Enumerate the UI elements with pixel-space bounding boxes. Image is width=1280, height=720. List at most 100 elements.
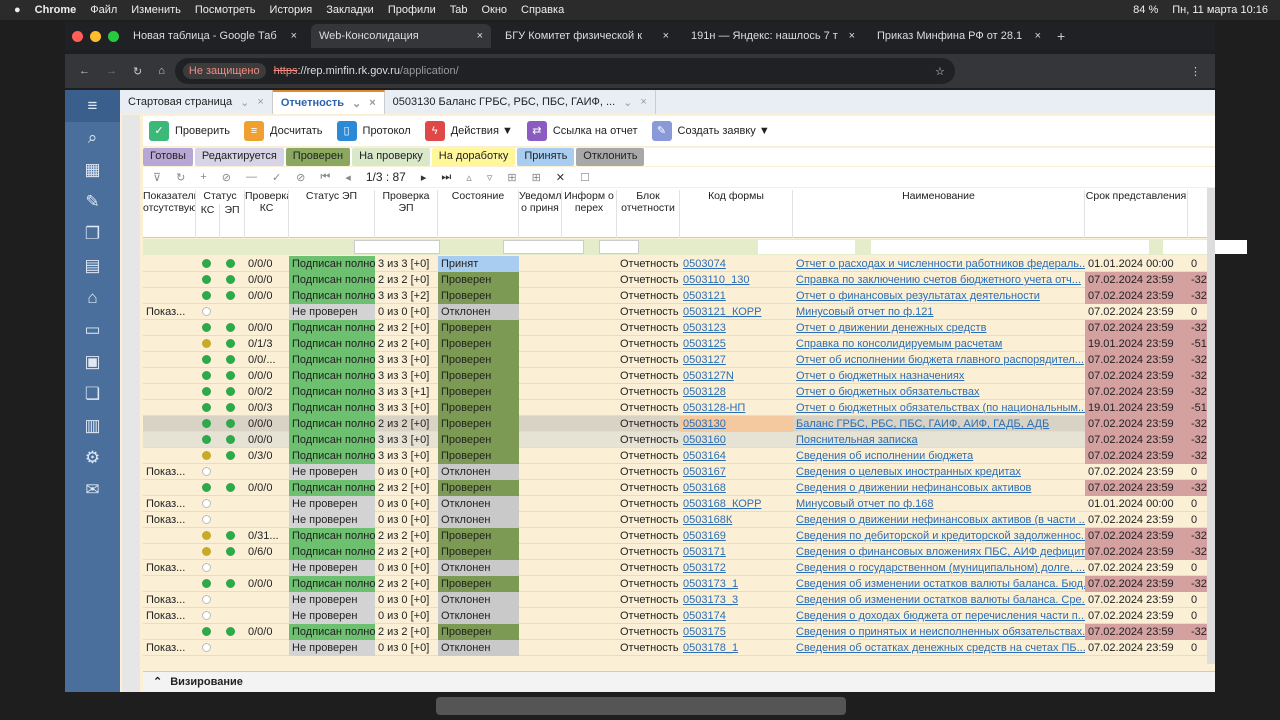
form-name-link[interactable]: Сведения о движении нефинансовых активов… bbox=[793, 512, 1085, 528]
add-icon[interactable]: + bbox=[200, 171, 206, 183]
browser-tab[interactable]: Приказ Минфина РФ от 28.1 × bbox=[869, 24, 1049, 48]
table-row[interactable]: 0/0/0 Подписан полно 3 из 3 [+0] Проверен От… bbox=[143, 368, 1207, 384]
side-strip[interactable] bbox=[122, 115, 140, 692]
toolbar-button[interactable]: ▯ Протокол bbox=[336, 121, 411, 141]
chevron-down-icon[interactable]: ⌄ bbox=[623, 96, 632, 109]
grid-icon[interactable]: ⊞ bbox=[507, 171, 516, 184]
form-code-link[interactable]: 0503074 bbox=[680, 256, 793, 272]
close-icon[interactable]: × bbox=[640, 96, 646, 108]
form-name-link[interactable]: Отчет о расходах и численности работнико… bbox=[793, 256, 1085, 272]
search-icon[interactable]: ⌕ bbox=[65, 122, 120, 154]
form-name-link[interactable]: Сведения об изменении остатков валюты ба… bbox=[793, 576, 1085, 592]
form-name-link[interactable]: Отчет о бюджетных обязательствах bbox=[793, 384, 1085, 400]
form-name-link[interactable]: Сведения о принятых и неисполненных обяз… bbox=[793, 624, 1085, 640]
column-header[interactable]: Блок отчетности bbox=[617, 190, 680, 238]
toolbar-button[interactable]: ✓ Проверить bbox=[149, 121, 230, 141]
menu-icon[interactable]: ≡ bbox=[65, 90, 120, 122]
table-row[interactable]: Показ... Не проверен 0 из 0 [+0] Отклонен От… bbox=[143, 304, 1207, 320]
form-code-link[interactable]: 0503128 bbox=[680, 384, 793, 400]
close-tab-icon[interactable]: × bbox=[291, 30, 297, 42]
form-code-link[interactable]: 0503173_1 bbox=[680, 576, 793, 592]
column-header[interactable]: Статус bbox=[196, 190, 245, 204]
table-row[interactable]: 0/0/0 Подписан полно 2 из 2 [+0] Проверен От… bbox=[143, 320, 1207, 336]
form-code-link[interactable]: 0503168К bbox=[680, 512, 793, 528]
form-name-link[interactable]: Отчет о движении денежных средств bbox=[793, 320, 1085, 336]
menu-item[interactable]: Окно bbox=[481, 4, 507, 16]
form-code-link[interactable]: 0503168 bbox=[680, 480, 793, 496]
status-ep-filter[interactable] bbox=[354, 240, 440, 254]
menu-item[interactable]: Посмотреть bbox=[195, 4, 256, 16]
sort-up-icon[interactable]: ▵ bbox=[466, 171, 472, 184]
table-row[interactable]: 0/0/0 Подписан полно 2 из 2 [+0] Проверен От… bbox=[143, 576, 1207, 592]
table-row[interactable]: 0/0/2 Подписан полно 3 из 3 [+1] Проверен От… bbox=[143, 384, 1207, 400]
app-tab[interactable]: Стартовая страница ⌄ × bbox=[120, 90, 273, 114]
forward-icon[interactable]: → bbox=[106, 65, 117, 77]
collapse-icon[interactable]: ⌃ bbox=[153, 675, 162, 688]
mail-icon[interactable]: ✉ bbox=[65, 474, 120, 506]
new-tab-icon[interactable]: + bbox=[1057, 28, 1065, 44]
bookmark-star-icon[interactable]: ☆ bbox=[935, 65, 945, 78]
table-row[interactable]: Показ... Не проверен 0 из 0 [+0] Отклонен От… bbox=[143, 496, 1207, 512]
form-name-link[interactable]: Сведения о доходах бюджета от перечислен… bbox=[793, 608, 1085, 624]
table-row[interactable]: Показ... Не проверен 0 из 0 [+0] Отклонен От… bbox=[143, 464, 1207, 480]
form-code-link[interactable]: 0503125 bbox=[680, 336, 793, 352]
form-name-link[interactable]: Отчет о бюджетных обязательствах (по нац… bbox=[793, 400, 1085, 416]
form-name-link[interactable]: Справка по заключению счетов бюджетного … bbox=[793, 272, 1085, 288]
close-window-icon[interactable] bbox=[72, 30, 83, 42]
table-row[interactable]: Показ... Не проверен 0 из 0 [+0] Отклонен От… bbox=[143, 512, 1207, 528]
form-name-link[interactable]: Минусовый отчет по ф.168 bbox=[793, 496, 1085, 512]
url-input[interactable]: Не защищено https://rep.minfin.rk.gov.ru… bbox=[174, 58, 955, 84]
table-row[interactable]: 0/0/0 Подписан полно 2 из 2 [+0] Проверен От… bbox=[143, 624, 1207, 640]
column-header[interactable]: Статус ЭП bbox=[289, 190, 375, 238]
form-name-link[interactable]: Баланс ГРБС, РБС, ПБС, ГАИФ, АИФ, ГАДБ, … bbox=[793, 416, 1085, 432]
next-page-icon[interactable]: ▸ bbox=[421, 171, 427, 184]
monitor-icon[interactable]: ▭ bbox=[65, 314, 120, 346]
close-tab-icon[interactable]: × bbox=[477, 30, 483, 42]
documents-icon[interactable]: ❐ bbox=[65, 218, 120, 250]
remove-icon[interactable]: — bbox=[246, 171, 257, 183]
browser-tab[interactable]: 191н — Яндекс: нашлось 7 т × bbox=[683, 24, 863, 48]
menu-item[interactable]: Профили bbox=[388, 4, 436, 16]
close-icon[interactable]: × bbox=[369, 97, 375, 109]
form-code-link[interactable]: 0503178_1 bbox=[680, 640, 793, 656]
menu-item[interactable]: Файл bbox=[90, 4, 117, 16]
form-name-link[interactable]: Пояснительная записка bbox=[793, 432, 1085, 448]
menu-item[interactable]: Закладки bbox=[326, 4, 374, 16]
table-row[interactable]: 0/0/0 Подписан полно 3 из 3 [+0] Принят Отче… bbox=[143, 256, 1207, 272]
form-name-link[interactable]: Отчет об исполнении бюджета главного рас… bbox=[793, 352, 1085, 368]
chrome-menu-icon[interactable]: ⋮ bbox=[1190, 65, 1201, 78]
cancel-icon[interactable]: ⊘ bbox=[296, 171, 305, 184]
state-filter[interactable] bbox=[503, 240, 584, 254]
toolbar-button[interactable]: ≡ Досчитать bbox=[244, 121, 323, 141]
form-code-link[interactable]: 0503174 bbox=[680, 608, 793, 624]
table-row[interactable]: 0/0/3 Подписан полно 3 из 3 [+0] Проверен От… bbox=[143, 400, 1207, 416]
form-code-link[interactable]: 0503167 bbox=[680, 464, 793, 480]
sort-down-icon[interactable]: ▿ bbox=[487, 171, 493, 184]
document-edit-icon[interactable]: ✎ bbox=[65, 186, 120, 218]
form-code-link[interactable]: 0503173_3 bbox=[680, 592, 793, 608]
status-button[interactable]: Принять bbox=[517, 148, 575, 166]
close-tab-icon[interactable]: × bbox=[663, 30, 669, 42]
last-page-icon[interactable]: ⏭ bbox=[441, 171, 451, 184]
close-tab-icon[interactable]: × bbox=[1035, 30, 1041, 42]
settings-icon[interactable]: ⚙ bbox=[65, 442, 120, 474]
form-code-link[interactable]: 0503168_КОРР bbox=[680, 496, 793, 512]
folder-icon[interactable]: ❏ bbox=[65, 378, 120, 410]
reload-icon[interactable]: ↻ bbox=[133, 65, 142, 78]
status-button[interactable]: На проверку bbox=[352, 148, 430, 166]
status-button[interactable]: Готовы bbox=[143, 148, 193, 166]
column-header[interactable]: Код формы bbox=[680, 190, 793, 238]
expand-icon[interactable]: ⊞ bbox=[532, 171, 541, 184]
app-tab[interactable]: Отчетность ⌄ × bbox=[272, 90, 385, 114]
column-header[interactable]: ЭП bbox=[220, 204, 245, 238]
form-name-link[interactable]: Отчет о финансовых результатах деятельно… bbox=[793, 288, 1085, 304]
toolbar-button[interactable]: ϟ Действия ▼ bbox=[424, 121, 513, 141]
close-icon[interactable]: × bbox=[257, 96, 263, 108]
status-button[interactable]: На доработку bbox=[431, 148, 516, 166]
close-tab-icon[interactable]: × bbox=[849, 30, 855, 42]
table-row[interactable]: 0/0/0 Подписан полно 2 из 2 [+0] Проверен От… bbox=[143, 480, 1207, 496]
form-name-link[interactable]: Справка по консолидируемым расчетам bbox=[793, 336, 1085, 352]
clipboard-icon[interactable]: ▣ bbox=[65, 346, 120, 378]
browser-tab[interactable]: Новая таблица - Google Таб × bbox=[125, 24, 305, 48]
form-name-link[interactable]: Сведения об остатках денежных средств на… bbox=[793, 640, 1085, 656]
